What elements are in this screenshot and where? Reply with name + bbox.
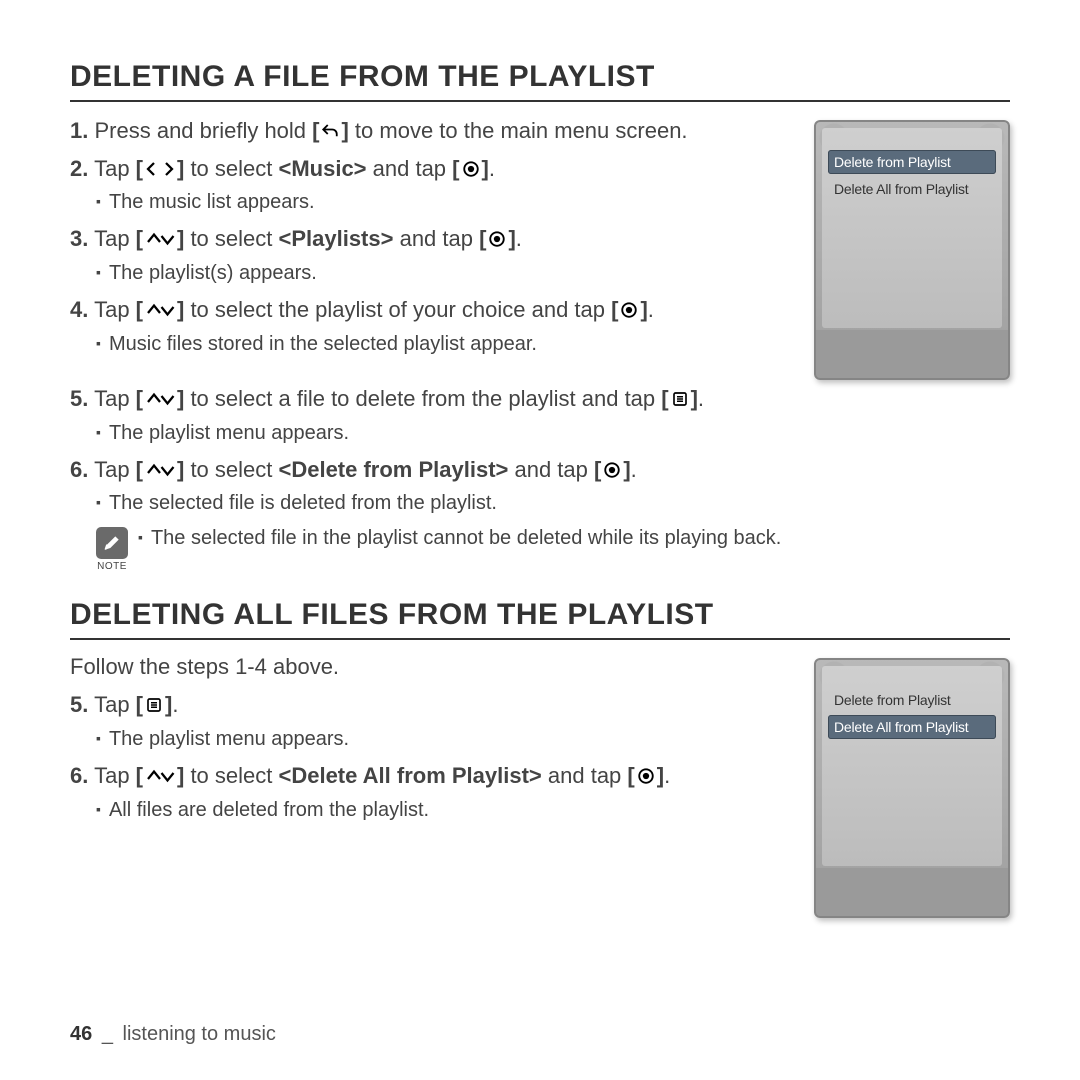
device1-menu-item: Delete All from Playlist (828, 177, 996, 201)
device2-menu-item-selected: Delete All from Playlist (828, 715, 996, 739)
step-5-sub: The playlist menu appears. (96, 422, 1010, 445)
select-icon (479, 224, 516, 254)
select-icon (627, 761, 664, 791)
left-right-icon (136, 154, 185, 184)
device1-menu-item-selected: Delete from Playlist (828, 150, 996, 174)
page-footer: 46 _ listening to music (70, 1023, 276, 1046)
note-text: The selected file in the playlist cannot… (138, 525, 781, 552)
section1-title: DELETING A FILE FROM THE PLAYLIST (70, 60, 1010, 102)
menu-icon (661, 384, 698, 414)
back-icon (312, 116, 349, 146)
device-screenshot-2: Delete from Playlist Delete All from Pla… (814, 658, 1010, 918)
chapter-name: listening to music (123, 1023, 276, 1045)
section2-title: DELETING ALL FILES FROM THE PLAYLIST (70, 598, 1010, 640)
sec2-step-6: 6. Tap to select <Delete All from Playli… (70, 761, 710, 791)
select-icon (452, 154, 489, 184)
select-icon (594, 455, 631, 485)
device2-menu-item: Delete from Playlist (828, 688, 996, 712)
up-down-icon (136, 455, 185, 485)
up-down-icon (136, 761, 185, 791)
up-down-icon (136, 295, 185, 325)
note-pencil-icon (96, 527, 128, 559)
page-number: 46 (70, 1023, 92, 1045)
note-block: NOTE The selected file in the playlist c… (96, 525, 1010, 572)
step-6-sub: The selected file is deleted from the pl… (96, 492, 1010, 515)
device-screenshot-1: Delete from Playlist Delete All from Pla… (814, 120, 1010, 380)
step-6: 6. Tap to select <Delete from Playlist> … (70, 455, 1010, 485)
up-down-icon (136, 224, 185, 254)
up-down-icon (136, 384, 185, 414)
step-5: 5. Tap to select a file to delete from t… (70, 384, 1010, 414)
note-label: NOTE (96, 561, 128, 572)
select-icon (611, 295, 648, 325)
menu-icon (136, 690, 173, 720)
